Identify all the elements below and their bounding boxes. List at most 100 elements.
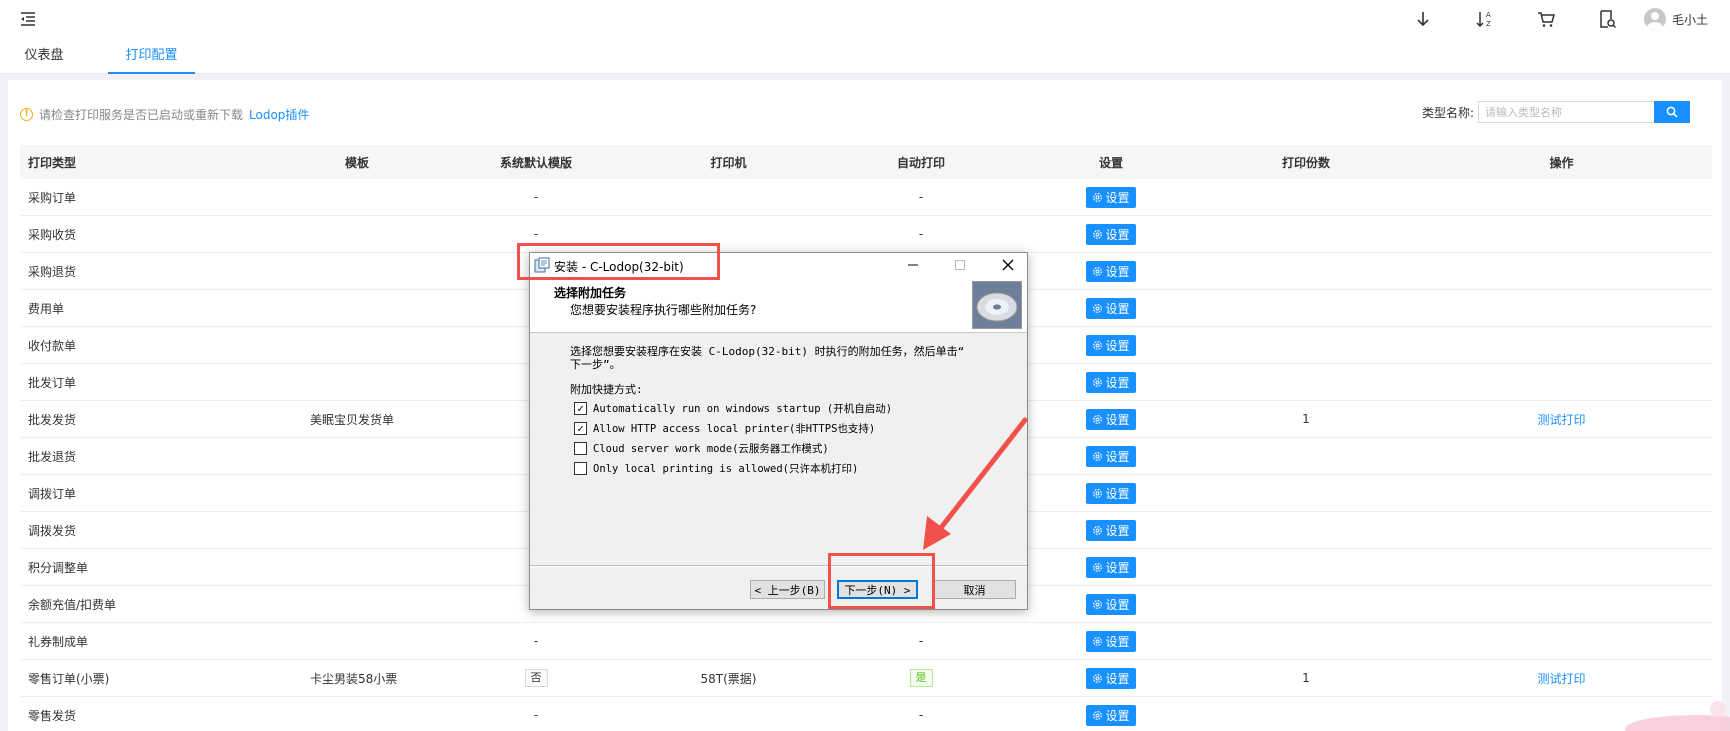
gear-icon bbox=[1093, 266, 1103, 276]
settings-button[interactable]: 设置 bbox=[1086, 223, 1136, 245]
search-icon bbox=[1666, 106, 1678, 118]
cell-print-type: 采购收货 bbox=[28, 227, 77, 242]
gear-icon bbox=[1093, 636, 1103, 646]
settings-button[interactable]: 设置 bbox=[1086, 556, 1136, 578]
close-icon[interactable] bbox=[999, 256, 1017, 274]
settings-button[interactable]: 设置 bbox=[1086, 186, 1136, 208]
settings-button[interactable]: 设置 bbox=[1086, 371, 1136, 393]
cell-default-template: - bbox=[533, 190, 539, 204]
settings-button[interactable]: 设置 bbox=[1086, 630, 1136, 652]
option-local-only[interactable]: Only local printing is allowed(只许本机打印) bbox=[574, 461, 858, 476]
search-button[interactable] bbox=[1654, 101, 1691, 123]
warning-icon: ! bbox=[20, 108, 33, 121]
option-http-access[interactable]: ✓ Allow HTTP access local printer(非HTTPS… bbox=[574, 421, 875, 436]
gear-icon bbox=[1093, 377, 1103, 387]
cell-print-type: 收付款单 bbox=[28, 338, 77, 353]
cell-auto-print: - bbox=[918, 227, 924, 241]
dialog-header-title: 选择附加任务 bbox=[554, 286, 627, 300]
search-input[interactable] bbox=[1478, 101, 1655, 123]
search-doc-icon[interactable] bbox=[1597, 9, 1617, 29]
back-button[interactable]: < 上一步(B) bbox=[750, 580, 825, 599]
col-actions: 操作 bbox=[1549, 155, 1574, 170]
maximize-icon[interactable] bbox=[951, 256, 969, 274]
avatar-icon bbox=[1644, 8, 1666, 30]
dialog-header: 选择附加任务 您想要安装程序执行哪些附加任务? bbox=[530, 277, 1027, 333]
cell-auto-print: - bbox=[918, 190, 924, 204]
cell-auto-print: - bbox=[918, 634, 924, 648]
test-print-link[interactable]: 测试打印 bbox=[1537, 413, 1585, 427]
top-header: A Z 毛小土 bbox=[0, 0, 1730, 38]
cell-print-type: 批发订单 bbox=[28, 375, 77, 390]
search-label: 类型名称: bbox=[1422, 105, 1475, 120]
cell-print-type: 零售发货 bbox=[28, 708, 77, 723]
settings-button[interactable]: 设置 bbox=[1086, 482, 1136, 504]
cell-copies: 1 bbox=[1302, 671, 1310, 685]
cell-print-type: 礼券制成单 bbox=[28, 634, 89, 649]
checkbox-http-access[interactable]: ✓ bbox=[574, 422, 587, 435]
cell-settings: 设置 bbox=[1021, 704, 1201, 726]
table-row: 零售发货 - - 设置 bbox=[20, 697, 1712, 731]
gear-icon bbox=[1093, 229, 1103, 239]
tab-dashboard[interactable]: 仪表盘 bbox=[24, 38, 64, 74]
svg-text:A: A bbox=[1486, 11, 1491, 19]
settings-button[interactable]: 设置 bbox=[1086, 260, 1136, 282]
settings-button[interactable]: 设置 bbox=[1086, 408, 1136, 430]
gear-icon bbox=[1093, 451, 1103, 461]
cell-template: 美眠宝贝发货单 bbox=[310, 412, 395, 427]
default-template-tag: 否 bbox=[524, 669, 548, 687]
cell-settings: 设置 bbox=[1021, 260, 1201, 282]
test-print-link[interactable]: 测试打印 bbox=[1537, 672, 1585, 686]
cell-print-type: 采购退货 bbox=[28, 264, 77, 279]
gear-icon bbox=[1093, 192, 1103, 202]
user-name: 毛小土 bbox=[1672, 12, 1709, 27]
cell-settings: 设置 bbox=[1021, 186, 1201, 208]
tab-print-config[interactable]: 打印配置 bbox=[108, 38, 195, 74]
settings-button[interactable]: 设置 bbox=[1086, 445, 1136, 467]
cell-default-template: - bbox=[533, 708, 539, 722]
cart-icon[interactable] bbox=[1536, 9, 1556, 29]
table-row: 零售订单(小票) 卡尘男装58小票 否 58T(票据) 是 设置 1 测试打印 bbox=[20, 660, 1712, 697]
cell-default-template: 否 bbox=[436, 669, 636, 687]
cell-settings: 设置 bbox=[1021, 334, 1201, 356]
download-icon[interactable] bbox=[1413, 9, 1433, 29]
sort-icon[interactable]: A Z bbox=[1475, 9, 1495, 29]
table-row: 采购收货 - - 设置 bbox=[20, 216, 1712, 253]
menu-fold-icon[interactable] bbox=[18, 9, 38, 29]
col-settings: 设置 bbox=[1098, 155, 1123, 170]
annotation-arrow-icon bbox=[923, 417, 1028, 550]
cell-settings: 设置 bbox=[1021, 519, 1201, 541]
settings-button[interactable]: 设置 bbox=[1086, 334, 1136, 356]
gear-icon bbox=[1093, 303, 1103, 313]
checkbox-autostart[interactable]: ✓ bbox=[574, 402, 587, 415]
dialog-header-subtitle: 您想要安装程序执行哪些附加任务? bbox=[570, 303, 757, 317]
cell-default-template: - bbox=[533, 634, 539, 648]
cell-settings: 设置 bbox=[1021, 630, 1201, 652]
cell-copies: 1 bbox=[1302, 412, 1310, 426]
dialog-separator bbox=[530, 565, 1027, 567]
option-autostart[interactable]: ✓ Automatically run on windows startup (… bbox=[574, 401, 892, 416]
lodop-download-link[interactable]: Lodop插件 bbox=[249, 106, 309, 123]
title-highlight-box bbox=[517, 243, 720, 280]
settings-button[interactable]: 设置 bbox=[1086, 297, 1136, 319]
option-cloud-mode[interactable]: Cloud server work mode(云服务器工作模式) bbox=[574, 441, 829, 456]
cancel-button[interactable]: 取消 bbox=[933, 580, 1016, 599]
gear-icon bbox=[1093, 673, 1103, 683]
settings-button[interactable]: 设置 bbox=[1086, 593, 1136, 615]
shortcut-group-label: 附加快捷方式: bbox=[570, 383, 643, 396]
minimize-icon[interactable] bbox=[904, 256, 922, 274]
decorative-corner-icon bbox=[1625, 701, 1730, 731]
gear-icon bbox=[1093, 562, 1103, 572]
tab-bar: 仪表盘 打印配置 bbox=[0, 38, 1730, 74]
checkbox-cloud-mode[interactable] bbox=[574, 442, 587, 455]
cell-settings: 设置 bbox=[1021, 297, 1201, 319]
cell-settings: 设置 bbox=[1021, 408, 1201, 430]
user-menu[interactable]: 毛小土 bbox=[1644, 8, 1708, 30]
checkbox-local-only[interactable] bbox=[574, 462, 587, 475]
cell-print-type: 余额充值/扣费单 bbox=[28, 597, 117, 612]
cell-default-template: - bbox=[533, 227, 539, 241]
cell-auto-print: - bbox=[918, 708, 924, 722]
settings-button[interactable]: 设置 bbox=[1086, 667, 1136, 689]
dialog-body-text: 选择您想要安装程序在安装 C-Lodop(32-bit) 时执行的附加任务，然后… bbox=[570, 345, 965, 371]
settings-button[interactable]: 设置 bbox=[1086, 519, 1136, 541]
settings-button[interactable]: 设置 bbox=[1086, 704, 1136, 726]
